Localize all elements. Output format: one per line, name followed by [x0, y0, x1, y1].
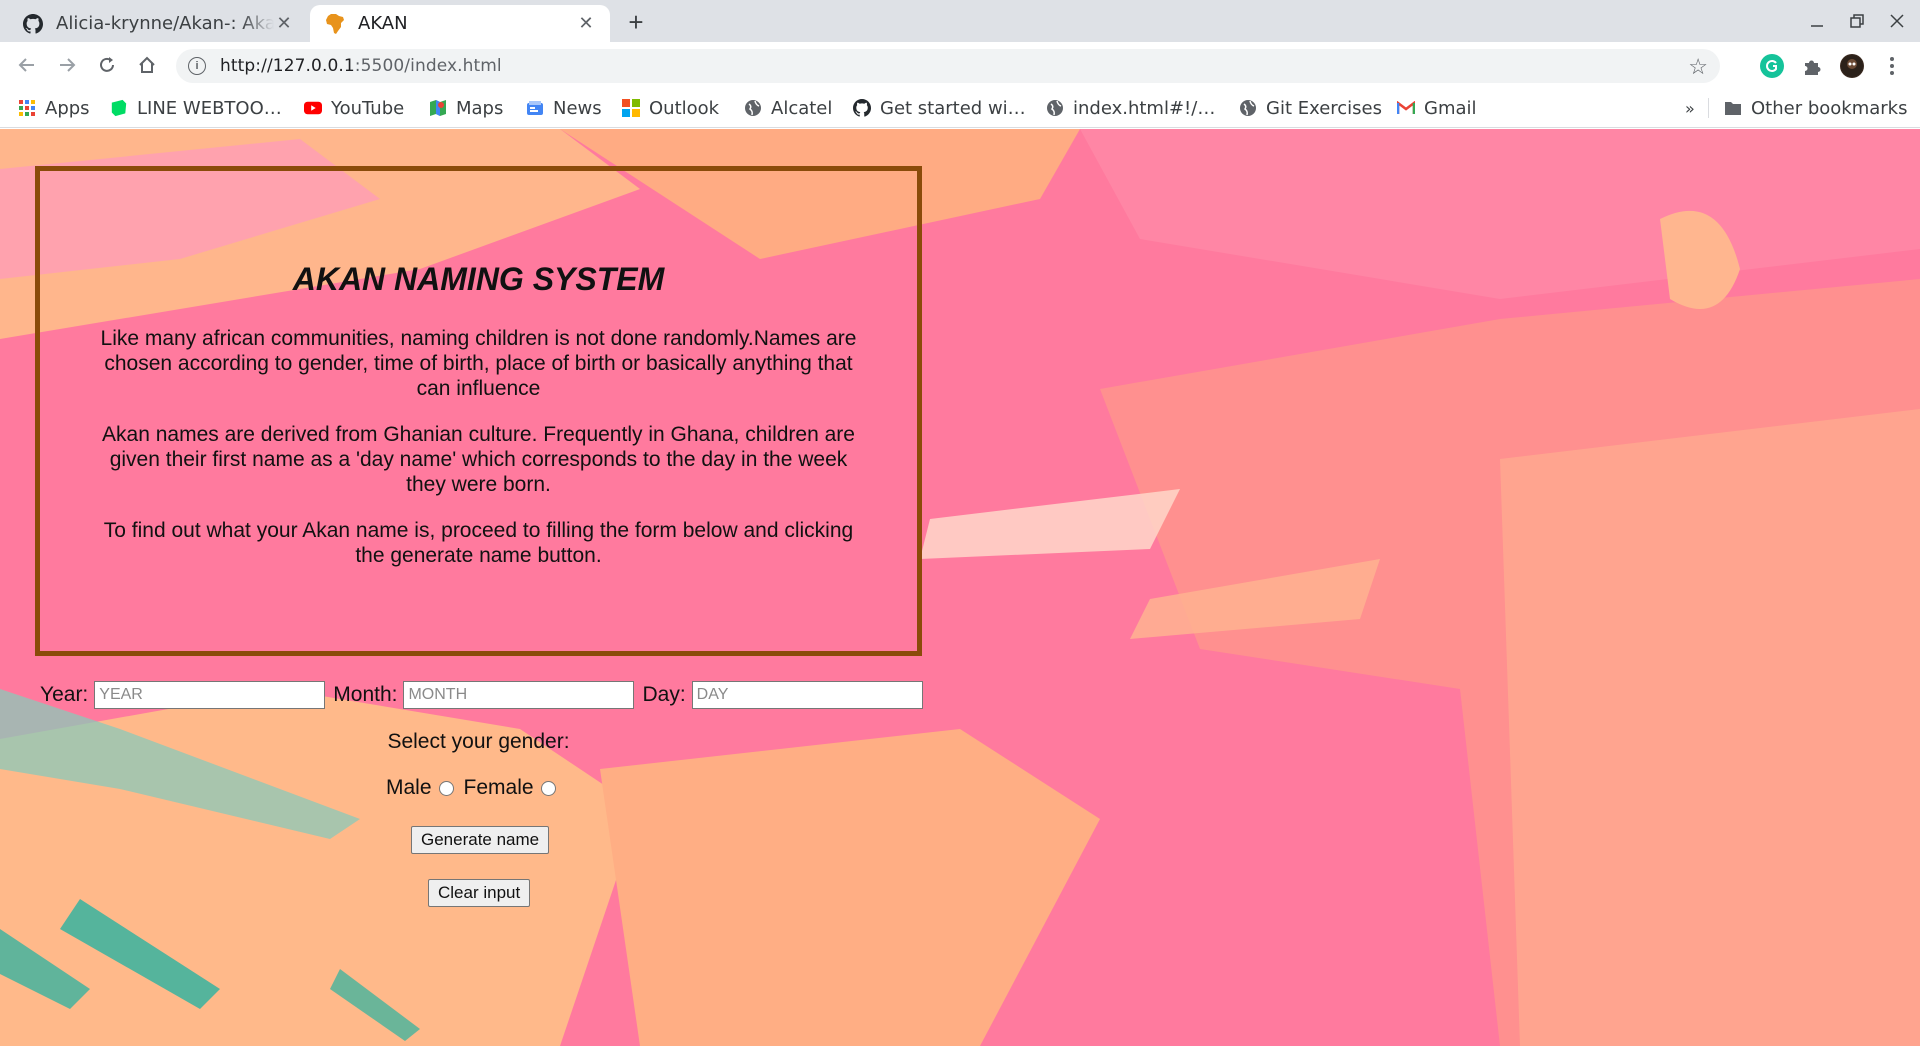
clear-input-button[interactable]: Clear input [428, 879, 531, 907]
youtube-icon [304, 99, 322, 117]
extensions-puzzle-icon[interactable] [1800, 54, 1824, 78]
info-box: AKAN NAMING SYSTEM Like many african com… [35, 166, 922, 656]
grammarly-icon[interactable] [1760, 54, 1784, 78]
maps-icon [429, 99, 447, 117]
info-icon[interactable]: i [188, 57, 206, 75]
bookmark-label: Other bookmarks [1751, 97, 1908, 119]
address-bar[interactable]: i http://127.0.0.1:5500/index.html ☆ [176, 49, 1720, 83]
bookmark-label: Maps [456, 97, 504, 119]
africa-favicon [324, 13, 346, 35]
webtoon-icon [110, 99, 128, 117]
male-label: Male [386, 776, 432, 799]
close-icon[interactable]: ✕ [274, 13, 294, 34]
month-label: Month: [333, 683, 398, 706]
month-input[interactable] [403, 681, 635, 709]
bookmark-label: YouTube [331, 97, 405, 119]
day-input[interactable] [691, 681, 923, 709]
female-label: Female [463, 776, 534, 799]
globe-icon [1239, 99, 1257, 117]
bookmark-git-exercises[interactable]: Git Exercises [1239, 94, 1382, 122]
bookmark-label: Git Exercises [1266, 97, 1383, 119]
tab-title: Alicia-krynne/Akan-: Akan [56, 13, 274, 34]
bookmark-alcatel[interactable]: Alcatel [744, 94, 832, 122]
generate-name-button[interactable]: Generate name [411, 826, 550, 854]
page-title: AKAN NAMING SYSTEM [292, 261, 665, 297]
tab-akan[interactable]: AKAN ✕ [310, 5, 610, 42]
date-form-row: Year: Month: Day: [40, 680, 931, 710]
outlook-icon [622, 99, 640, 117]
menu-kebab-icon[interactable] [1880, 54, 1904, 78]
bookmarks-overflow-button[interactable]: » [1685, 94, 1695, 122]
bookmark-youtube[interactable]: YouTube [304, 94, 404, 122]
bookmark-news[interactable]: News [526, 94, 602, 122]
bookmark-label: Alcatel [771, 97, 833, 119]
gender-prompt: Select your gender: [387, 730, 570, 753]
bookmark-label: LINE WEBTOO… [137, 97, 282, 119]
restore-icon[interactable] [1837, 8, 1877, 34]
back-icon[interactable] [12, 50, 42, 80]
female-radio[interactable] [540, 780, 556, 796]
intro-paragraph: Like many african communities, naming ch… [100, 327, 857, 400]
male-radio[interactable] [438, 780, 454, 796]
year-label: Year: [40, 683, 89, 706]
globe-icon [744, 99, 762, 117]
bookmark-other[interactable]: Other bookmarks [1724, 94, 1907, 122]
bookmark-maps[interactable]: Maps [429, 94, 503, 122]
bookmark-label: Outlook [649, 97, 720, 119]
bookmark-get-started[interactable]: Get started wi… [853, 94, 1026, 122]
year-input[interactable] [94, 681, 326, 709]
bookmarks-bar: Apps LINE WEBTOO… YouTube Maps News Outl… [0, 88, 1920, 128]
bookmark-gmail[interactable]: Gmail [1397, 94, 1477, 122]
apps-grid-icon [18, 99, 36, 117]
gender-options: Male Female [386, 776, 566, 800]
culture-paragraph: Akan names are derived from Ghanian cult… [102, 423, 855, 496]
bookmark-line-webtoon[interactable]: LINE WEBTOO… [110, 94, 282, 122]
minimize-icon[interactable] [1797, 8, 1837, 34]
url-host: http://127.0.0.1 [220, 56, 355, 76]
bookmark-apps[interactable]: Apps [18, 94, 90, 122]
news-icon [526, 99, 544, 117]
browser-toolbar: i http://127.0.0.1:5500/index.html ☆ [0, 42, 1920, 88]
tab-title: AKAN [358, 13, 408, 34]
url-path: :5500/index.html [354, 56, 502, 76]
close-window-icon[interactable] [1877, 8, 1917, 34]
github-icon [22, 13, 44, 35]
bookmark-outlook[interactable]: Outlook [622, 94, 719, 122]
reload-icon[interactable] [92, 50, 122, 80]
github-icon [853, 99, 871, 117]
close-icon[interactable]: ✕ [576, 13, 596, 34]
bookmark-label: index.html#!/… [1073, 97, 1216, 119]
globe-icon [1046, 99, 1064, 117]
profile-avatar-icon[interactable] [1840, 54, 1864, 78]
gmail-icon [1397, 99, 1415, 117]
bookmark-label: News [553, 97, 602, 119]
new-tab-icon[interactable]: + [622, 7, 650, 37]
bookmark-label: Apps [45, 97, 90, 119]
bookmark-label: Get started wi… [880, 97, 1026, 119]
instructions-paragraph: To find out what your Akan name is, proc… [103, 519, 854, 567]
bookmark-star-icon[interactable]: ☆ [1688, 54, 1708, 80]
url-text: http://127.0.0.1:5500/index.html [220, 56, 502, 76]
bookmark-index-html[interactable]: index.html#!/… [1046, 94, 1215, 122]
bookmarks-divider [1708, 98, 1709, 118]
page-viewport: AKAN NAMING SYSTEM Like many african com… [0, 129, 1920, 1046]
tab-strip: Alicia-krynne/Akan-: Akan ✕ AKAN ✕ + [0, 0, 1920, 42]
day-label: Day: [642, 683, 686, 706]
tab-github[interactable]: Alicia-krynne/Akan-: Akan ✕ [8, 5, 308, 42]
folder-icon [1724, 99, 1742, 117]
forward-icon[interactable] [52, 50, 82, 80]
bookmark-label: Gmail [1424, 97, 1477, 119]
home-icon[interactable] [132, 50, 162, 80]
